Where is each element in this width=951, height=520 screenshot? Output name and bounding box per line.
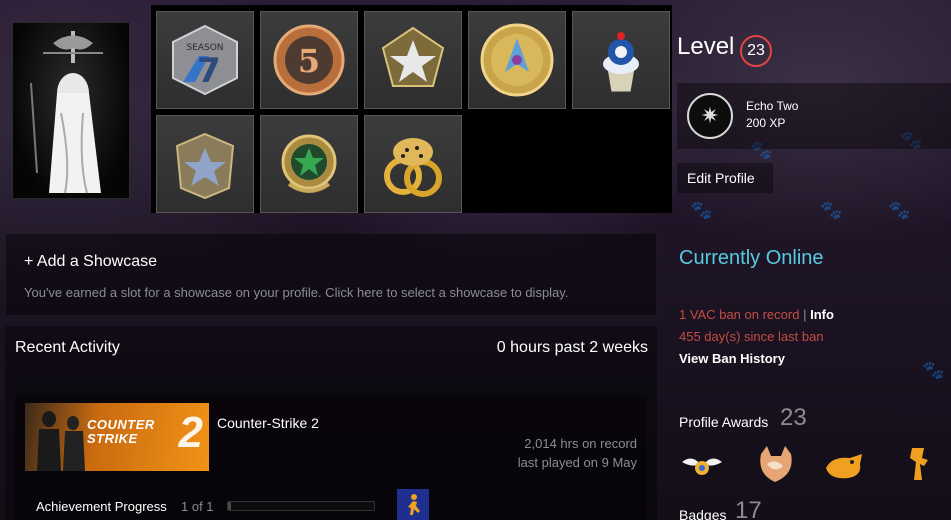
edit-profile-button[interactable]: Edit Profile: [677, 163, 773, 193]
vac-info-link[interactable]: Info: [810, 307, 834, 322]
badge-green-medal[interactable]: [260, 115, 358, 213]
view-ban-history-link[interactable]: View Ban History: [679, 351, 785, 366]
recent-activity-hours: 0 hours past 2 weeks: [496, 339, 648, 356]
game-capsule-image[interactable]: COUNTER STRIKE 2: [25, 403, 209, 471]
days-since-ban: 455 day(s) since last ban: [679, 329, 824, 344]
season-coin-icon: SEASON 7: [172, 24, 238, 96]
level-label: Level: [677, 33, 735, 60]
level-number[interactable]: 23: [740, 35, 772, 67]
paw-icon: 🐾: [820, 200, 843, 220]
paw-icon: 🐾: [690, 200, 713, 220]
recent-activity-title: Recent Activity: [15, 339, 120, 356]
achievement-progress-label[interactable]: Achievement Progress: [36, 499, 167, 514]
achievement-progress-fill: [228, 502, 231, 510]
vac-ban-text: 1 VAC ban on record: [679, 307, 800, 322]
veteran-coin-icon: 5: [273, 24, 345, 96]
cat-award-icon[interactable]: [753, 444, 797, 484]
soldiers-icon: [37, 411, 85, 471]
badge-operation-coin[interactable]: [468, 11, 566, 109]
runner-icon: [408, 493, 420, 515]
svg-text:7: 7: [197, 51, 221, 91]
green-star-medal-icon: [281, 134, 337, 193]
vac-ban-line: 1 VAC ban on record | Info: [679, 307, 834, 322]
badge-leopard-rings[interactable]: [364, 115, 462, 213]
game-activity-row: COUNTER STRIKE 2 Counter-Strike 2 2,014 …: [15, 395, 647, 520]
paw-icon: 🐾: [922, 360, 945, 380]
badge-season-coin[interactable]: SEASON 7: [156, 11, 254, 109]
featured-badge-card[interactable]: ✷ Echo Two 200 XP: [677, 83, 951, 149]
sparkle-icon: ✷: [687, 93, 733, 139]
online-status: Currently Online: [679, 247, 824, 269]
badges-count[interactable]: 17: [735, 497, 762, 520]
operation-coin-icon: [480, 23, 554, 97]
badge-silver-medal[interactable]: [156, 115, 254, 213]
cupcake-icon: [603, 32, 639, 93]
svg-text:5: 5: [298, 42, 320, 80]
recent-activity-panel: Recent Activity 0 hours past 2 weeks COU…: [5, 326, 657, 520]
featured-badges-panel: SEASON 7 5: [151, 5, 672, 213]
add-showcase-title[interactable]: + Add a Showcase: [24, 253, 157, 271]
orange-figure-award-icon[interactable]: [898, 444, 942, 484]
badge-xp: 200 XP: [746, 116, 786, 130]
add-showcase-description: You've earned a slot for a showcase on y…: [24, 285, 569, 300]
profile-awards-label[interactable]: Profile Awards: [679, 414, 768, 430]
avatar[interactable]: [12, 22, 130, 199]
orange-creature-award-icon[interactable]: [822, 444, 866, 484]
badge-name: Echo Two: [746, 99, 799, 113]
badge-service-medal[interactable]: [364, 11, 462, 109]
achievement-icon[interactable]: [397, 489, 429, 520]
profile-awards-count[interactable]: 23: [780, 404, 807, 432]
avatar-image: [30, 31, 103, 194]
badge-veteran-coin[interactable]: 5: [260, 11, 358, 109]
achievement-count: 1 of 1: [181, 499, 214, 514]
star-medal-icon: [381, 26, 445, 87]
leopard-rings-icon: [384, 138, 442, 197]
add-showcase-panel[interactable]: + Add a Showcase You've earned a slot fo…: [5, 233, 657, 316]
capsule-number: 2: [178, 408, 203, 457]
silver-star-medal-icon: [175, 132, 235, 200]
vac-separator: |: [803, 307, 807, 322]
winged-award-icon[interactable]: [680, 444, 724, 484]
paw-icon: 🐾: [888, 200, 911, 220]
achievement-progress-bar: [227, 501, 375, 511]
game-hours-on-record: 2,014 hrs on record: [524, 436, 637, 451]
badges-label[interactable]: Badges: [679, 507, 726, 520]
badge-cupcake-pin[interactable]: [572, 11, 670, 109]
game-name-link[interactable]: Counter-Strike 2: [217, 415, 319, 431]
game-last-played: last played on 9 May: [517, 455, 637, 470]
